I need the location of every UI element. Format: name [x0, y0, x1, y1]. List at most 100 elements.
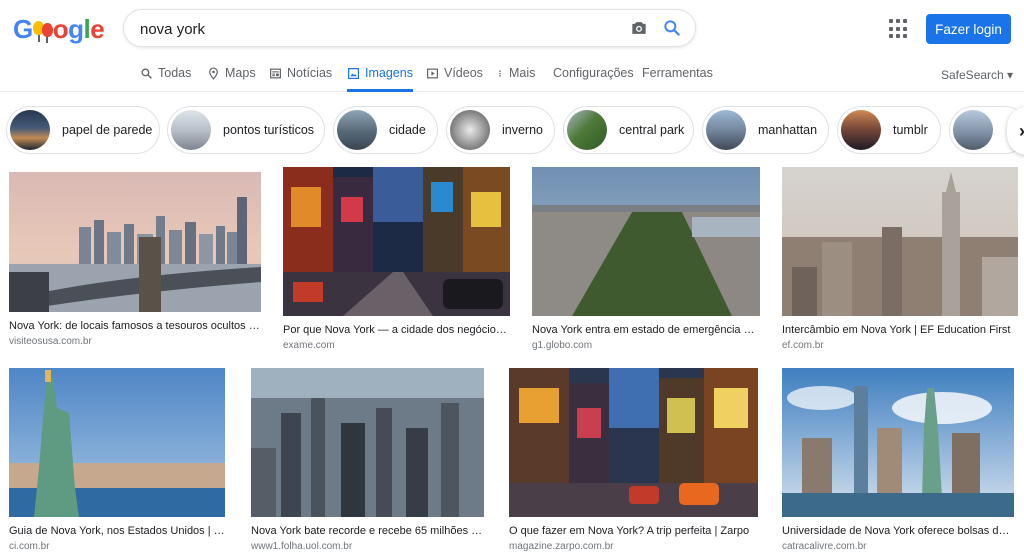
- result-source[interactable]: www1.folha.uol.com.br: [251, 541, 484, 552]
- result-title[interactable]: Universidade de Nova York oferece bolsas…: [782, 525, 1014, 537]
- result-source[interactable]: ci.com.br: [9, 541, 225, 552]
- tab-videos[interactable]: Vídeos: [426, 66, 483, 92]
- chip-pontos-turisticos[interactable]: pontos turísticos: [167, 106, 325, 154]
- doodle-balloons-icon: [32, 17, 54, 43]
- bridge-skyline-image: [9, 172, 261, 312]
- chip-tumblr[interactable]: tumblr: [837, 106, 941, 154]
- result-title[interactable]: Guia de Nova York, nos Estados Unidos | …: [9, 525, 225, 537]
- tab-label: Maps: [225, 66, 256, 80]
- tab-label: Imagens: [365, 66, 413, 80]
- logo-letter-o: o: [52, 14, 69, 44]
- chip-thumbnail: [171, 110, 211, 150]
- chip-label: papel de parede: [62, 123, 153, 137]
- more-vert-icon: [499, 70, 501, 77]
- result-source[interactable]: catracalivre.com.br: [782, 541, 1014, 552]
- times-square-dusk-image: [509, 368, 758, 517]
- logo-letter-l: l: [83, 14, 91, 44]
- result-title[interactable]: Nova York entra em estado de emergência …: [532, 324, 760, 336]
- chip-label: tumblr: [893, 123, 928, 137]
- tab-label: Configurações: [553, 66, 634, 80]
- result-source[interactable]: ef.com.br: [782, 340, 1018, 351]
- login-button[interactable]: Fazer login: [926, 14, 1011, 44]
- statue-of-liberty-image: [9, 368, 225, 517]
- image-result[interactable]: Guia de Nova York, nos Estados Unidos | …: [9, 368, 225, 552]
- liberty-downtown-skyline-image: [782, 368, 1014, 517]
- result-source[interactable]: exame.com: [283, 340, 510, 351]
- logo-letter-e: e: [90, 14, 105, 44]
- chip-thumbnail: [953, 110, 993, 150]
- camera-icon[interactable]: [629, 18, 649, 38]
- search-input[interactable]: [140, 18, 620, 40]
- tab-label: Todas: [158, 66, 192, 80]
- chip-manhattan[interactable]: manhattan: [702, 106, 829, 154]
- empire-state-skyline-image: [782, 167, 1018, 316]
- chip-label: central park: [619, 123, 685, 137]
- chip-label: manhattan: [758, 123, 818, 137]
- image-result[interactable]: Nova York bate recorde e recebe 65 milhõ…: [251, 368, 484, 552]
- tab-all[interactable]: Todas: [140, 66, 191, 92]
- chip-thumbnail: [10, 110, 50, 150]
- chip-cidade[interactable]: cidade: [333, 106, 438, 154]
- chip-papel-de-parede[interactable]: papel de parede: [6, 106, 160, 154]
- result-source[interactable]: magazine.zarpo.com.br: [509, 541, 758, 552]
- result-title[interactable]: Nova York: de locais famosos a tesouros …: [9, 320, 261, 332]
- image-result[interactable]: Universidade de Nova York oferece bolsas…: [782, 368, 1014, 552]
- tab-news[interactable]: Notícias: [269, 66, 332, 92]
- result-title[interactable]: O que fazer em Nova York? A trip perfeit…: [509, 525, 758, 537]
- image-result[interactable]: Nova York: de locais famosos a tesouros …: [9, 172, 261, 347]
- chip-inverno[interactable]: inverno: [446, 106, 555, 154]
- search-icon[interactable]: [662, 18, 682, 38]
- tab-images[interactable]: Imagens: [347, 66, 413, 92]
- result-image[interactable]: [782, 167, 1018, 316]
- chip-thumbnail: [450, 110, 490, 150]
- video-icon: [427, 68, 438, 79]
- chip-thumbnail: [706, 110, 746, 150]
- safesearch-toggle[interactable]: SafeSearch ▾: [941, 68, 1013, 82]
- result-image[interactable]: [251, 368, 484, 517]
- search-icon: [141, 68, 152, 79]
- tab-label: Notícias: [287, 66, 333, 80]
- manhattan-aerial-image: [251, 368, 484, 517]
- chip-label: cidade: [389, 123, 426, 137]
- chip-label: inverno: [502, 123, 543, 137]
- tab-label: Vídeos: [444, 66, 483, 80]
- image-icon: [348, 68, 359, 79]
- related-searches-chips: papel de parede pontos turísticos cidade…: [0, 106, 1024, 156]
- chip-thumbnail: [841, 110, 881, 150]
- result-title[interactable]: Por que Nova York — a cidade dos negócio…: [283, 324, 510, 336]
- tab-label: Ferramentas: [642, 66, 713, 80]
- apps-grid-icon[interactable]: [889, 19, 909, 39]
- image-result[interactable]: Nova York entra em estado de emergência …: [532, 167, 760, 351]
- result-image[interactable]: [532, 167, 760, 316]
- chip-thumbnail: [337, 110, 377, 150]
- result-source[interactable]: g1.globo.com: [532, 340, 760, 351]
- image-result[interactable]: O que fazer em Nova York? A trip perfeit…: [509, 368, 758, 552]
- chip-central-park[interactable]: central park: [563, 106, 694, 154]
- header: G o g l e Fazer login: [0, 0, 1024, 60]
- result-title[interactable]: Intercâmbio em Nova York | EF Education …: [782, 324, 1018, 336]
- tab-more[interactable]: Mais: [496, 66, 535, 92]
- chip-label: pontos turísticos: [223, 123, 315, 137]
- result-image[interactable]: [509, 368, 758, 517]
- google-doodle-logo[interactable]: G o g l e: [13, 14, 105, 45]
- logo-letter-g2: g: [68, 14, 84, 44]
- tab-maps[interactable]: Maps: [207, 66, 256, 92]
- result-image[interactable]: [9, 172, 261, 312]
- tab-settings[interactable]: Configurações: [553, 66, 634, 92]
- tab-tools[interactable]: Ferramentas: [642, 66, 713, 92]
- result-image[interactable]: [782, 368, 1014, 517]
- central-park-aerial-image: [532, 167, 760, 316]
- news-icon: [270, 68, 281, 79]
- result-source[interactable]: visiteosusa.com.br: [9, 336, 261, 347]
- image-result[interactable]: Intercâmbio em Nova York | EF Education …: [782, 167, 1018, 351]
- result-image[interactable]: [283, 167, 510, 316]
- search-tabs: Todas Maps Notícias Imagens Vídeos Mais …: [0, 60, 1024, 92]
- result-title[interactable]: Nova York bate recorde e recebe 65 milhõ…: [251, 525, 484, 537]
- image-result[interactable]: Por que Nova York — a cidade dos negócio…: [283, 167, 510, 351]
- tab-label: Mais: [509, 66, 536, 80]
- times-square-night-image: [283, 167, 510, 316]
- chip-thumbnail: [567, 110, 607, 150]
- search-box[interactable]: [123, 9, 696, 47]
- logo-letter-g: G: [13, 14, 33, 44]
- result-image[interactable]: [9, 368, 225, 517]
